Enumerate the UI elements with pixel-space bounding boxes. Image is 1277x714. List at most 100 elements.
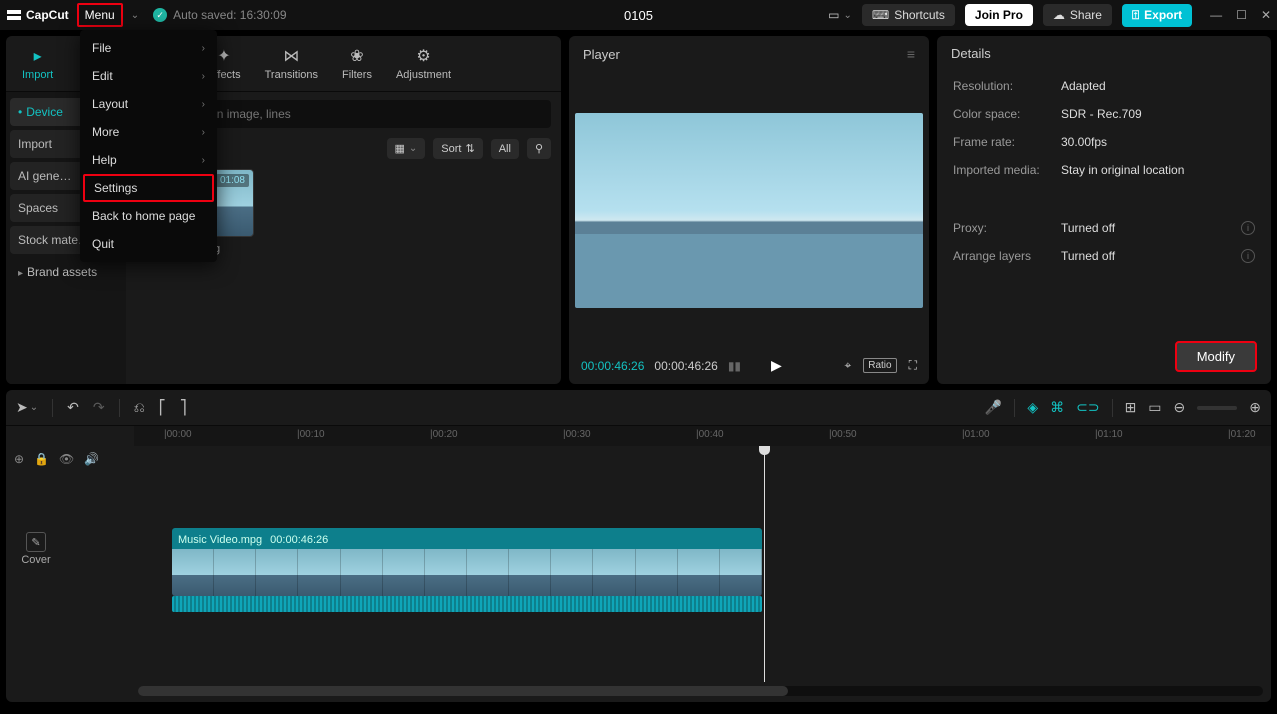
minimize-icon[interactable]: — bbox=[1210, 8, 1222, 22]
chevron-right-icon: › bbox=[202, 71, 205, 82]
mute-icon[interactable]: 🔊 bbox=[84, 452, 99, 466]
split-left-tool[interactable]: ⎡ bbox=[159, 399, 166, 416]
thumbnail-duration: 01:08 bbox=[216, 174, 249, 187]
eye-icon[interactable]: 👁 bbox=[59, 452, 74, 466]
detail-row: Resolution:Adapted bbox=[953, 79, 1255, 93]
close-icon[interactable]: ✕ bbox=[1261, 8, 1271, 22]
fullscreen-icon[interactable]: ⛶ bbox=[909, 358, 917, 373]
menu-item-edit[interactable]: Edit› bbox=[80, 62, 217, 90]
cover-button[interactable]: ✎ Cover bbox=[14, 532, 58, 566]
shortcuts-button[interactable]: ⌨Shortcuts bbox=[862, 4, 955, 26]
chevron-right-icon: › bbox=[202, 99, 205, 110]
menu-item-layout[interactable]: Layout› bbox=[80, 90, 217, 118]
view-grid-button[interactable]: ▦ ⌄ bbox=[387, 138, 426, 159]
timeline-audio-clip[interactable] bbox=[172, 596, 762, 612]
player-title: Player bbox=[583, 47, 620, 62]
details-panel: Details Resolution:Adapted Color space:S… bbox=[937, 36, 1271, 384]
timeline-clip[interactable]: Music Video.mpg00:00:46:26 bbox=[172, 528, 762, 596]
brand-text: CapCut bbox=[26, 8, 69, 22]
timeline-panel: ➤⌄ ↶ ↷ ⎌ ⎡ ⎤ 🎤 ◈ ⌘ ⊂⊃ ⊞ ▭ ⊖ ⊕ |00:00 |00… bbox=[6, 390, 1271, 702]
menu-dropdown: File› Edit› Layout› More› Help› Settings… bbox=[80, 30, 217, 262]
detail-row: Color space:SDR - Rec.709 bbox=[953, 107, 1255, 121]
chevron-right-icon: › bbox=[202, 127, 205, 138]
menu-item-back-home[interactable]: Back to home page bbox=[80, 202, 217, 230]
join-pro-button[interactable]: Join Pro bbox=[965, 4, 1033, 26]
scan-icon[interactable]: ⌖ bbox=[844, 358, 851, 373]
zoom-in-icon[interactable]: ⊕ bbox=[1249, 399, 1261, 416]
info-icon[interactable]: i bbox=[1241, 249, 1255, 263]
menu-item-settings[interactable]: Settings bbox=[83, 174, 214, 202]
video-preview[interactable] bbox=[575, 113, 923, 309]
menu-label: Menu bbox=[85, 8, 115, 22]
menu-button[interactable]: Menu bbox=[77, 3, 123, 27]
time-total: 00:00:46:26 bbox=[654, 359, 717, 373]
tab-filters[interactable]: ❀Filters bbox=[330, 40, 384, 87]
player-controls: 00:00:46:26 00:00:46:26 ▮▮ ▶ ⌖ Ratio ⛶ bbox=[569, 349, 929, 384]
lock-icon[interactable]: 🔒 bbox=[34, 452, 49, 466]
tab-adjustment[interactable]: ⚙Adjustment bbox=[384, 40, 463, 87]
transitions-icon: ⋈ bbox=[281, 46, 301, 66]
chevron-right-icon: › bbox=[202, 43, 205, 54]
timeline-ruler[interactable]: |00:00 |00:10 |00:20 |00:30 |00:40 |00:5… bbox=[134, 426, 1271, 446]
detail-row: Arrange layersTurned offi bbox=[953, 249, 1255, 263]
aspect-icon[interactable]: ▭ ⌄ bbox=[828, 8, 852, 22]
filter-all-button[interactable]: All bbox=[491, 139, 519, 159]
menu-item-file[interactable]: File› bbox=[80, 34, 217, 62]
maximize-icon[interactable]: ☐ bbox=[1236, 8, 1247, 22]
chevron-right-icon: › bbox=[202, 155, 205, 166]
adjustment-icon: ⚙ bbox=[413, 46, 433, 66]
pencil-icon: ✎ bbox=[26, 532, 46, 552]
timeline-scrollbar[interactable] bbox=[138, 686, 1263, 696]
timeline-tracks[interactable]: Music Video.mpg00:00:46:26 bbox=[134, 446, 1271, 682]
mic-icon[interactable]: 🎤 bbox=[985, 399, 1002, 416]
pointer-tool[interactable]: ➤⌄ bbox=[16, 399, 38, 416]
details-title: Details bbox=[951, 46, 991, 61]
menu-item-quit[interactable]: Quit bbox=[80, 230, 217, 258]
share-button[interactable]: ☁Share bbox=[1043, 4, 1112, 26]
player-panel: Player ≡ 00:00:46:26 00:00:46:26 ▮▮ ▶ ⌖ R… bbox=[569, 36, 929, 384]
split-right-tool[interactable]: ⎤ bbox=[180, 399, 187, 416]
compare-icon[interactable]: ▮▮ bbox=[728, 359, 741, 373]
info-icon[interactable]: i bbox=[1241, 221, 1255, 235]
magnet-icon[interactable]: ⌘ bbox=[1050, 399, 1064, 416]
align-icon[interactable]: ⊞ bbox=[1125, 399, 1137, 416]
import-icon: ▸ bbox=[28, 46, 48, 66]
chevron-down-icon[interactable]: ⌄ bbox=[131, 10, 139, 21]
sort-button[interactable]: Sort ⇅ bbox=[433, 138, 482, 159]
contain-icon[interactable]: ▭ bbox=[1148, 399, 1161, 416]
ratio-button[interactable]: Ratio bbox=[863, 358, 896, 373]
scrollbar-thumb[interactable] bbox=[138, 686, 788, 696]
sidebar-item-brand[interactable]: Brand assets bbox=[10, 258, 122, 286]
title-bar: CapCut Menu ⌄ ✓ Auto saved: 16:30:09 010… bbox=[0, 0, 1277, 30]
redo-button[interactable]: ↷ bbox=[93, 399, 105, 416]
autosave-text: Auto saved: 16:30:09 bbox=[173, 8, 286, 22]
modify-button[interactable]: Modify bbox=[1175, 341, 1257, 372]
tab-transitions[interactable]: ⋈Transitions bbox=[253, 40, 330, 87]
detail-row: Frame rate:30.00fps bbox=[953, 135, 1255, 149]
add-track-icon[interactable]: ⊕ bbox=[14, 452, 24, 466]
clip-name: Music Video.mpg bbox=[178, 534, 262, 546]
filter-icon-button[interactable]: ⚲ bbox=[527, 138, 551, 159]
snap-icon[interactable]: ◈ bbox=[1027, 399, 1038, 416]
export-icon: ⍐ bbox=[1132, 8, 1139, 23]
split-tool[interactable]: ⎌ bbox=[134, 399, 145, 416]
app-logo: CapCut bbox=[6, 7, 69, 23]
hamburger-icon[interactable]: ≡ bbox=[907, 46, 915, 62]
export-button[interactable]: ⍐Export bbox=[1122, 4, 1192, 27]
menu-item-more[interactable]: More› bbox=[80, 118, 217, 146]
tab-import[interactable]: ▸Import bbox=[10, 40, 65, 87]
link-icon[interactable]: ⊂⊃ bbox=[1076, 399, 1099, 416]
menu-item-help[interactable]: Help› bbox=[80, 146, 217, 174]
detail-row: Imported media:Stay in original location bbox=[953, 163, 1255, 177]
keyboard-icon: ⌨ bbox=[872, 8, 889, 22]
undo-button[interactable]: ↶ bbox=[67, 399, 79, 416]
zoom-slider[interactable] bbox=[1197, 406, 1237, 410]
time-current: 00:00:46:26 bbox=[581, 359, 644, 373]
capcut-icon bbox=[6, 7, 22, 23]
check-icon: ✓ bbox=[153, 8, 167, 22]
playhead[interactable] bbox=[764, 446, 765, 682]
filters-icon: ❀ bbox=[347, 46, 367, 66]
zoom-out-icon[interactable]: ⊖ bbox=[1174, 399, 1186, 416]
play-button[interactable]: ▶ bbox=[771, 357, 782, 374]
detail-row: Proxy:Turned offi bbox=[953, 221, 1255, 235]
